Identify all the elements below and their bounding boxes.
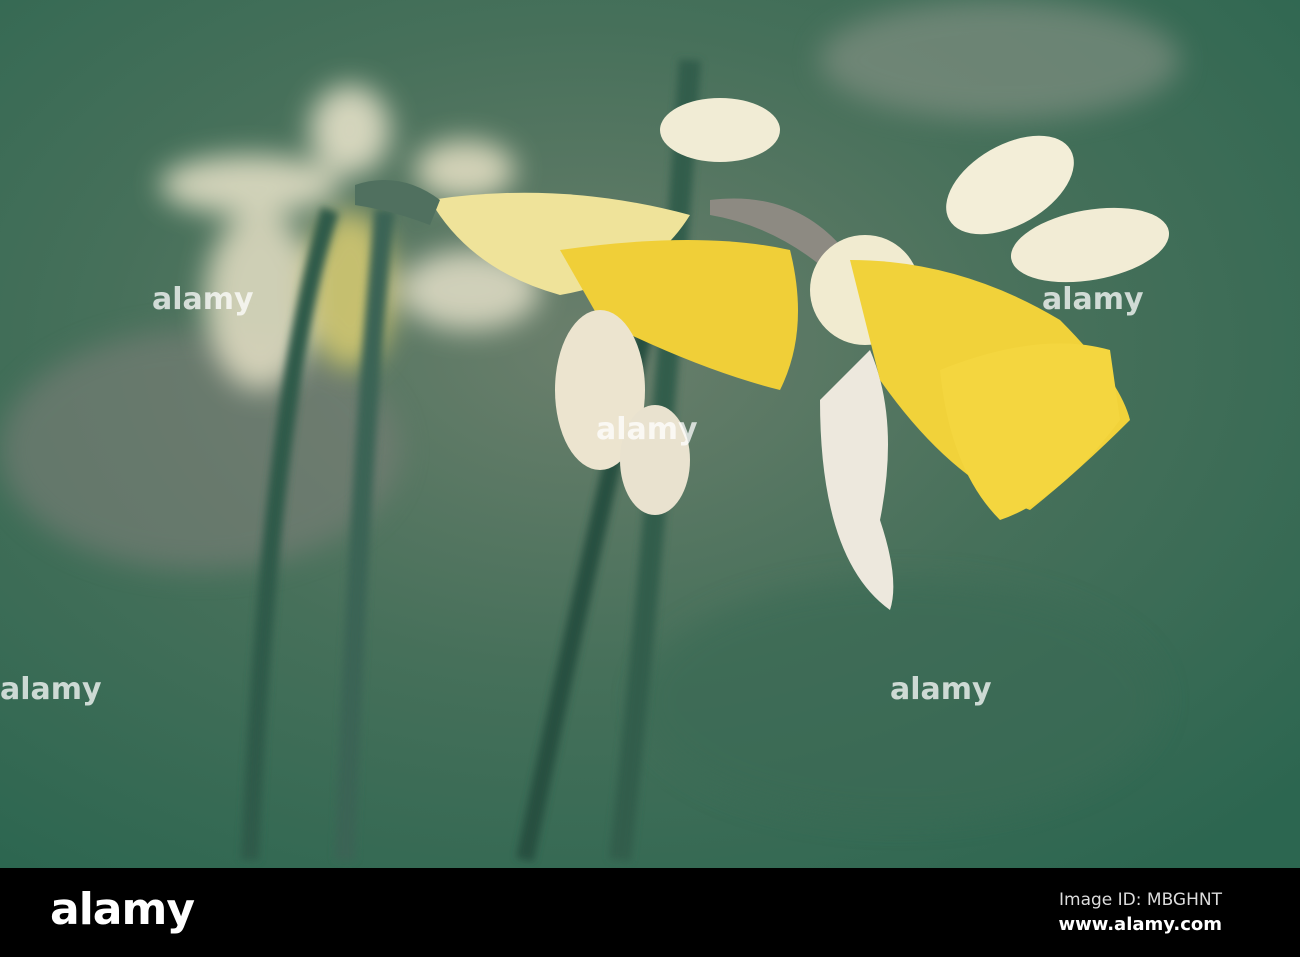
watermark-text: alamy [1042,282,1144,317]
site-url: www.alamy.com [1058,914,1222,935]
image-id: Image ID: MBGHNT [1059,890,1222,910]
footer-bar [0,868,1300,957]
alamy-logo: alamy [50,884,195,935]
stock-photo: alamy alamy alamy alamy alamy alamy Imag… [0,0,1300,957]
watermark-text: alamy [890,672,992,707]
watermark-text: alamy [152,282,254,317]
watermark-text: alamy [0,672,102,707]
watermark-text: alamy [596,412,698,447]
